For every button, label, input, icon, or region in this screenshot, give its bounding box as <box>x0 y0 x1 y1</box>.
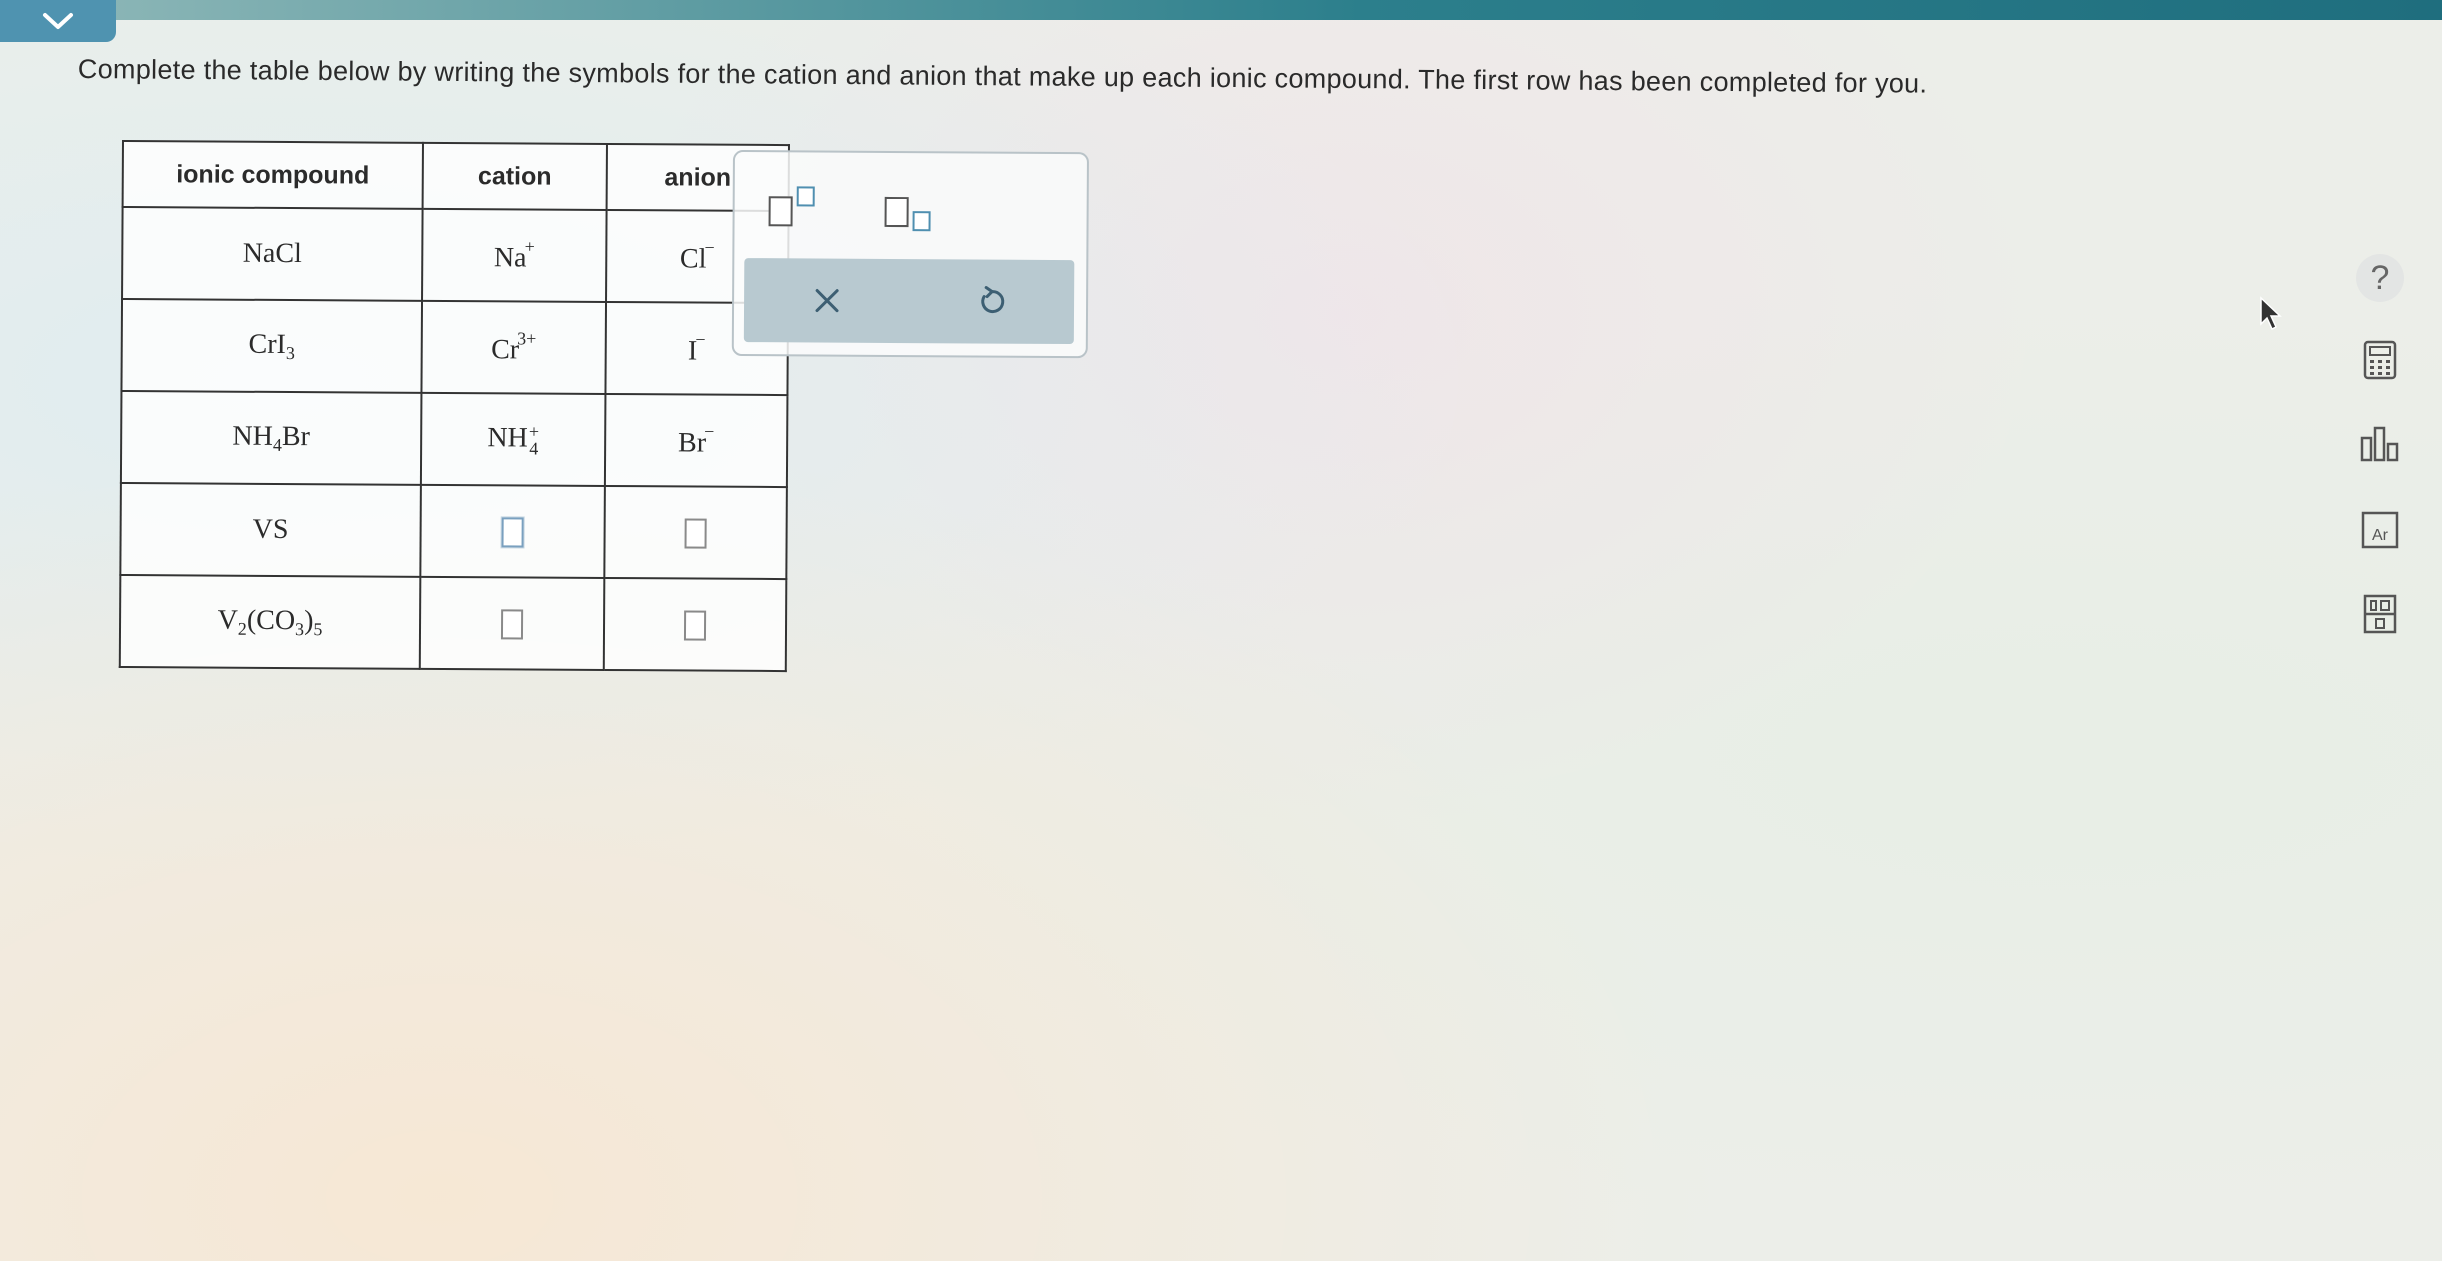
table-row: VS <box>120 482 787 580</box>
subscript-button[interactable] <box>884 183 945 232</box>
table-row: NH4Br NH +4 Br− <box>120 391 788 488</box>
anion-answer-input[interactable] <box>684 518 707 549</box>
formula-subscript: 4 <box>272 434 282 455</box>
reference-icon <box>2363 594 2397 634</box>
cation-symbol: Cr <box>491 334 520 366</box>
compound-cell: CrI3 <box>121 299 423 393</box>
cation-symbol: NH <box>487 421 528 454</box>
formula-part: VS <box>252 513 289 546</box>
cation-charge: + <box>528 421 540 442</box>
formula-part: V <box>217 604 238 636</box>
calculator-button[interactable] <box>2356 336 2404 384</box>
cation-cell <box>419 576 605 670</box>
anion-answer-input[interactable] <box>683 610 707 641</box>
top-bar <box>40 0 2442 20</box>
anion-formula: Br− <box>677 422 714 459</box>
charge-subscript-stack: +4 <box>528 421 540 459</box>
compound-formula: VS <box>253 514 289 545</box>
formula-subscript: 3 <box>285 342 295 363</box>
undo-icon <box>980 286 1004 314</box>
compound-cell: VS <box>120 482 421 577</box>
formula-part: NH <box>232 420 274 452</box>
periodic-table-button[interactable]: Ar <box>2356 506 2404 554</box>
periodic-tile-label: Ar <box>2372 527 2389 544</box>
anion-cell <box>604 485 787 580</box>
cation-cell: Cr3+ <box>421 300 607 394</box>
cation-symbol: Na <box>493 242 527 274</box>
formula-part: (CO <box>246 604 296 636</box>
compound-formula: NH4Br <box>232 420 311 455</box>
superscript-slot-icon <box>796 186 815 207</box>
compound-formula: CrI3 <box>248 328 295 362</box>
anion-formula: Cl− <box>679 238 715 275</box>
close-icon <box>815 289 839 313</box>
cation-answer-input[interactable] <box>500 609 524 640</box>
anion-symbol: Cl <box>679 243 707 275</box>
help-button[interactable]: ? <box>2356 254 2404 302</box>
cation-charge: + <box>524 236 535 257</box>
cation-charge: 3+ <box>517 328 537 349</box>
anion-charge: − <box>695 329 706 350</box>
compound-cell: V2(CO3)5 <box>119 574 421 669</box>
mouse-cursor-icon <box>2260 296 2282 331</box>
cation-cell <box>420 484 605 578</box>
undo-button[interactable] <box>961 271 1021 331</box>
superscript-base-icon <box>768 196 793 227</box>
compound-formula: V2(CO3)5 <box>217 604 323 639</box>
calculator-icon <box>2363 340 2397 380</box>
cation-formula: NH +4 <box>487 421 539 459</box>
instructions-text: Complete the table below by writing the … <box>77 54 1928 99</box>
anion-charge: − <box>704 421 715 442</box>
table-row: NaCl Na+ Cl− <box>122 207 789 304</box>
anion-formula: I− <box>688 330 706 367</box>
formula-part: Br <box>281 420 311 452</box>
ionic-table-container: ionic compound cation anion NaCl Na+ Cl− <box>118 140 790 673</box>
compound-cell: NaCl <box>122 207 423 301</box>
cation-cell: NH +4 <box>420 392 606 486</box>
formula-subscript: 2 <box>237 618 247 639</box>
clear-button[interactable] <box>796 270 856 330</box>
cation-formula: Cr3+ <box>491 328 536 366</box>
question-icon: ? <box>2370 258 2390 297</box>
formula-subscript: 5 <box>313 618 323 639</box>
header-cation: cation <box>422 142 607 210</box>
superscript-button[interactable] <box>768 182 829 227</box>
table-row: V2(CO3)5 <box>119 574 787 672</box>
cation-cell: Na+ <box>422 208 607 302</box>
compound-formula: NaCl <box>243 238 302 269</box>
formula-subscript: 3 <box>295 618 305 639</box>
table-header-row: ionic compound cation anion <box>122 141 789 212</box>
ionic-compound-table: ionic compound cation anion NaCl Na+ Cl− <box>118 140 790 673</box>
anion-cell: Br− <box>604 393 788 488</box>
subscript-slot-icon <box>912 211 931 232</box>
cation-answer-input[interactable] <box>501 517 524 548</box>
formula-part: CrI <box>248 328 287 360</box>
reference-button[interactable] <box>2356 590 2404 638</box>
anion-charge: − <box>704 237 715 258</box>
anion-cell <box>603 577 787 672</box>
periodic-table-icon: Ar <box>2361 511 2399 549</box>
table-row: CrI3 Cr3+ I− <box>121 299 789 396</box>
anion-symbol: Br <box>677 427 707 459</box>
cation-formula: Na+ <box>493 236 535 274</box>
formula-palette <box>731 150 1089 359</box>
palette-action-bar <box>743 258 1075 345</box>
data-chart-button[interactable] <box>2356 420 2404 468</box>
collapse-button[interactable] <box>0 0 116 42</box>
cation-subscript: 4 <box>529 438 539 459</box>
subscript-base-icon <box>884 196 909 228</box>
bar-chart-icon <box>2360 426 2399 462</box>
formula-part: NaCl <box>242 237 302 270</box>
header-ionic-compound: ionic compound <box>122 141 423 209</box>
compound-cell: NH4Br <box>120 391 422 485</box>
chevron-down-icon <box>43 13 73 29</box>
page: Complete the table below by writing the … <box>0 0 2442 1261</box>
